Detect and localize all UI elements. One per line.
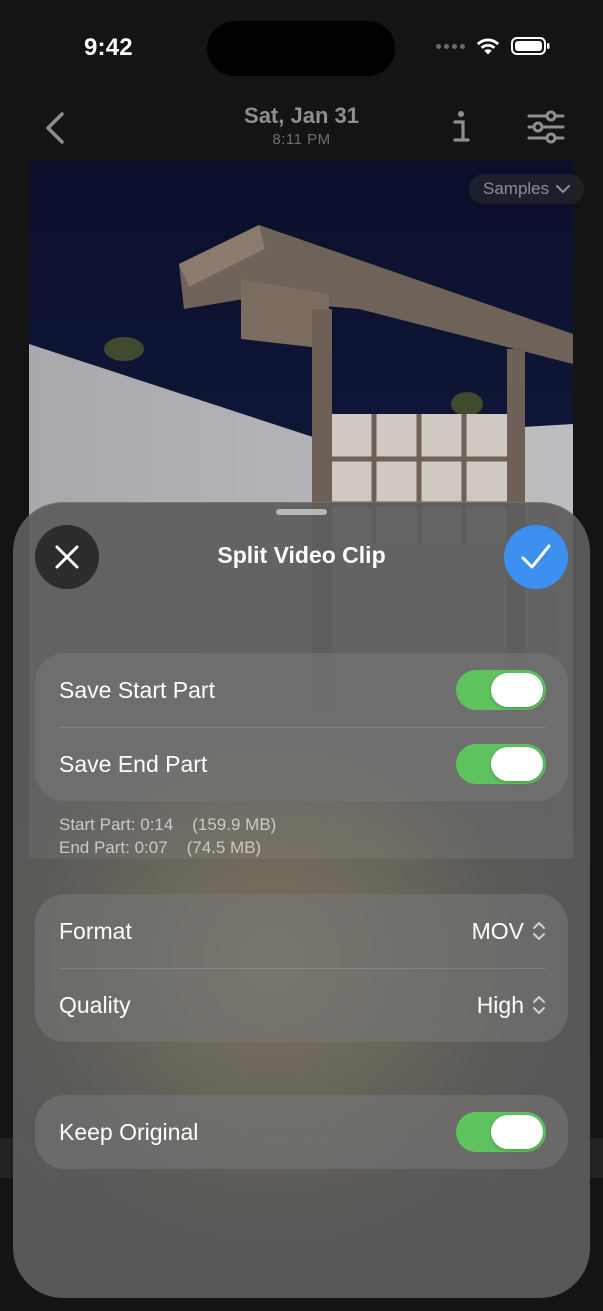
album-selector[interactable]: Samples <box>469 174 585 204</box>
save-parts-group: Save Start Part Save End Part <box>35 653 568 801</box>
adjustments-icon[interactable] <box>527 110 565 144</box>
split-video-sheet: Split Video Clip Save Start Part Save En… <box>13 502 590 1298</box>
export-options-group: Format MOV Quality High <box>35 894 568 1042</box>
checkmark-icon <box>521 544 551 569</box>
quality-row[interactable]: Quality High <box>35 968 568 1042</box>
quality-picker[interactable]: High <box>477 992 546 1019</box>
up-down-chevron-icon <box>533 996 545 1014</box>
save-end-part-toggle[interactable] <box>456 744 546 784</box>
keep-original-row[interactable]: Keep Original <box>35 1095 568 1169</box>
quality-value: High <box>476 991 524 1018</box>
keep-original-toggle[interactable] <box>456 1112 546 1152</box>
chevron-down-icon <box>556 184 571 193</box>
quality-label: Quality <box>59 991 131 1018</box>
cellular-icon <box>436 43 465 49</box>
sheet-grabber[interactable] <box>276 509 327 515</box>
up-down-chevron-icon <box>533 922 545 940</box>
status-icons <box>436 36 551 56</box>
wifi-icon <box>476 38 500 55</box>
save-start-part-row[interactable]: Save Start Part <box>35 653 568 727</box>
format-picker[interactable]: MOV <box>472 918 546 945</box>
start-part-info: Start Part: 0:14 (159.9 MB) <box>59 815 277 834</box>
album-selector-label: Samples <box>483 179 550 198</box>
save-end-part-row[interactable]: Save End Part <box>35 727 568 801</box>
keep-original-group: Keep Original <box>35 1095 568 1169</box>
keep-original-label: Keep Original <box>59 1118 199 1145</box>
save-end-part-label: Save End Part <box>59 750 208 777</box>
dynamic-island <box>207 21 395 76</box>
format-label: Format <box>59 917 132 944</box>
end-part-info: End Part: 0:07 (74.5 MB) <box>59 838 262 857</box>
format-value: MOV <box>471 917 524 944</box>
nav-date-title: Sat, Jan 31 <box>244 103 359 128</box>
save-start-part-label: Save Start Part <box>59 676 215 703</box>
nav-time-subtitle: 8:11 PM <box>272 131 331 148</box>
battery-icon <box>511 37 550 55</box>
status-time: 9:42 <box>84 34 133 61</box>
confirm-button[interactable] <box>504 525 568 589</box>
info-icon[interactable] <box>446 108 476 146</box>
format-row[interactable]: Format MOV <box>35 894 568 968</box>
save-start-part-toggle[interactable] <box>456 670 546 710</box>
